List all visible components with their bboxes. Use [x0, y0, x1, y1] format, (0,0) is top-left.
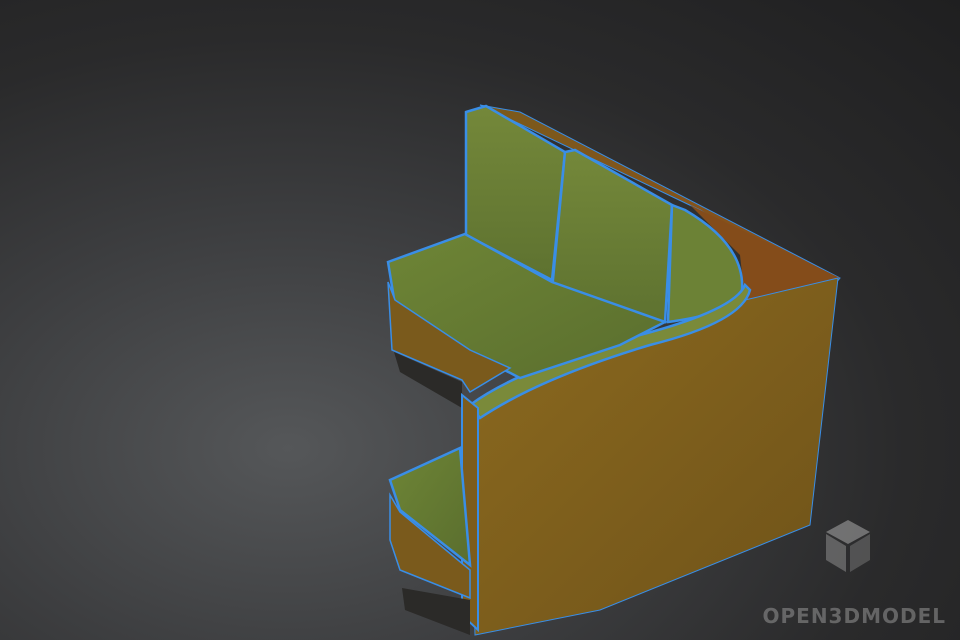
3d-viewport[interactable]: OPEN3DMODEL	[0, 0, 960, 640]
cube-icon	[826, 520, 870, 572]
watermark: OPEN3DMODEL	[756, 518, 946, 628]
watermark-text: OPEN3DMODEL	[762, 604, 946, 628]
seat-base-lower	[402, 588, 470, 635]
